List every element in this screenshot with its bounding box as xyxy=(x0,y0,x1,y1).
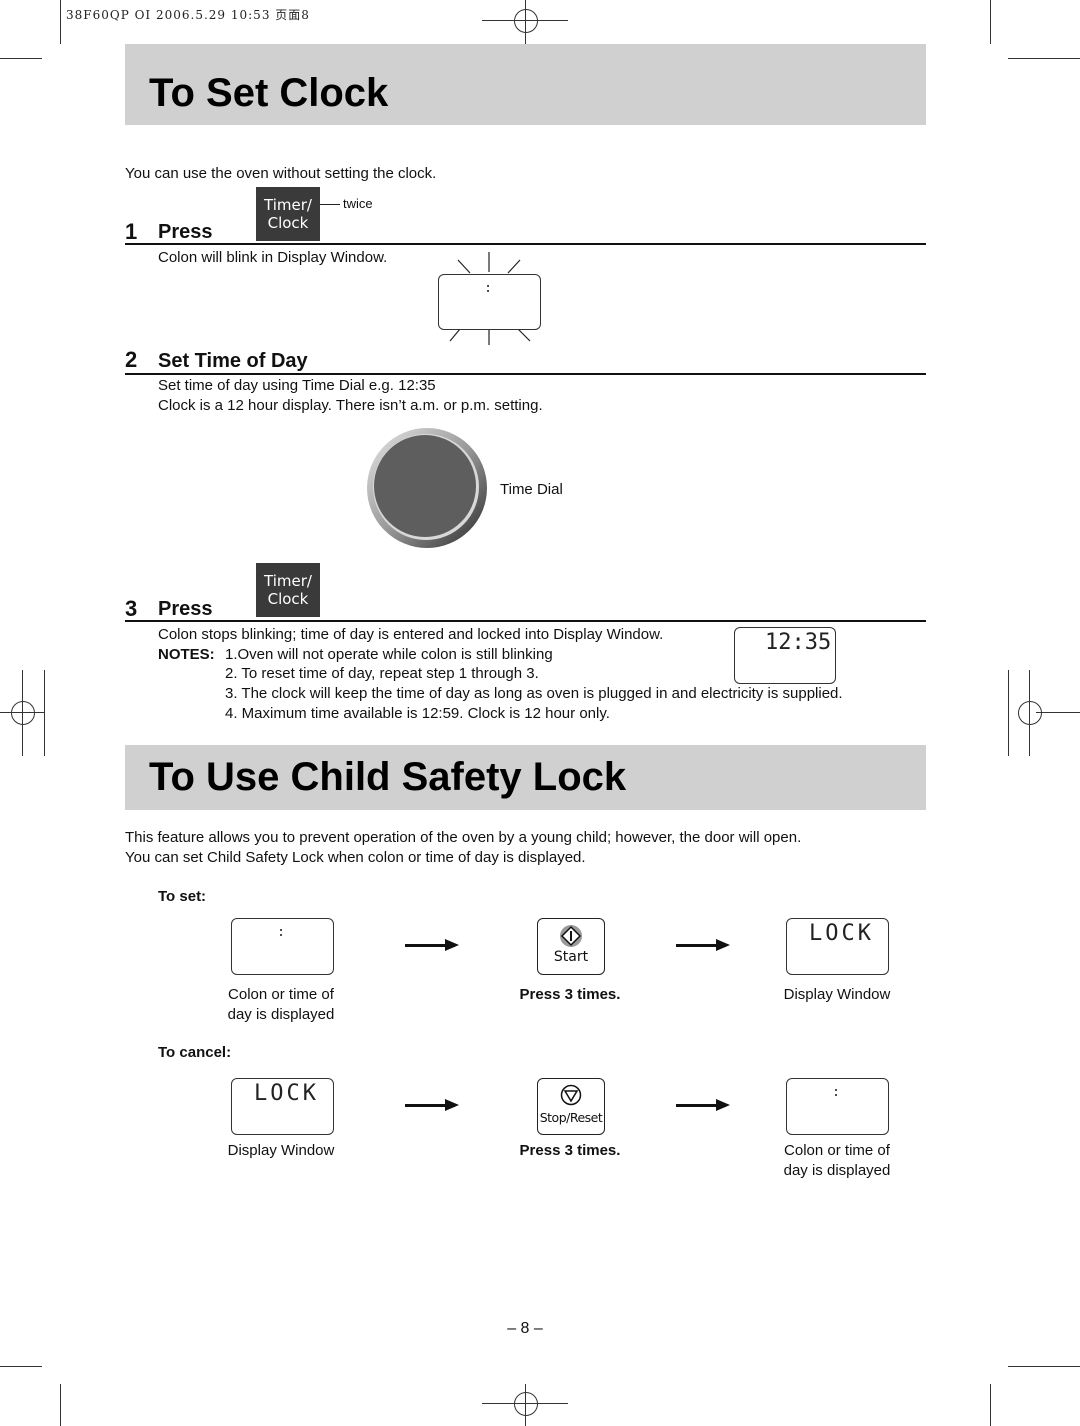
display-window-blinking: : xyxy=(438,274,541,330)
display-lock: LOCK xyxy=(809,921,874,946)
step-2-line-1: Set time of day using Time Dial e.g. 12:… xyxy=(158,377,436,394)
step-3-rule xyxy=(125,620,926,622)
start-label: Start xyxy=(553,949,589,965)
display-window-colon: : xyxy=(231,918,334,975)
lock-title-bar: To Use Child Safety Lock xyxy=(125,745,926,810)
timer-clock-key[interactable]: Timer/ Clock xyxy=(256,187,320,241)
time-dial-icon[interactable] xyxy=(366,427,490,551)
display-colon: : xyxy=(277,925,288,940)
note-item: 4. Maximum time available is 12:59. Cloc… xyxy=(225,705,610,722)
display-window-time: 12:35 xyxy=(734,627,836,684)
to-cancel-heading: To cancel: xyxy=(158,1044,232,1061)
display-colon: : xyxy=(832,1085,843,1100)
display-colon: : xyxy=(484,281,495,296)
registration-mark xyxy=(11,701,35,725)
timer-clock-key-line1: Timer/ xyxy=(264,196,312,214)
crop-mark xyxy=(990,0,991,44)
display-window-lock: LOCK xyxy=(231,1078,334,1135)
page-number: – 8 – xyxy=(507,1320,543,1337)
stop-reset-label: Stop/Reset xyxy=(539,1110,603,1125)
caption: Display Window xyxy=(227,1142,335,1159)
crop-mark xyxy=(1008,670,1009,756)
leader-line xyxy=(320,204,340,205)
crop-mark xyxy=(1008,1366,1080,1367)
timer-clock-key-line2: Clock xyxy=(267,590,309,608)
timer-clock-key-line2: Clock xyxy=(267,214,309,232)
note-item: 1.Oven will not operate while colon is s… xyxy=(225,646,553,663)
caption: Colon or time of xyxy=(228,986,334,1003)
caption: Display Window xyxy=(783,986,891,1003)
to-set-heading: To set: xyxy=(158,888,207,905)
arrow-right-icon xyxy=(405,939,459,951)
registration-mark xyxy=(514,1392,538,1416)
step-1-description: Colon will blink in Display Window. xyxy=(158,249,388,266)
timer-clock-key-line1: Timer/ xyxy=(264,572,312,590)
caption: Colon or time of xyxy=(784,1142,890,1159)
arrow-right-icon xyxy=(676,939,730,951)
step-2-number: 2 xyxy=(125,347,138,372)
lock-intro-line-2: You can set Child Safety Lock when colon… xyxy=(125,849,586,866)
display-time: 12:35 xyxy=(765,630,832,655)
timer-clock-key[interactable]: Timer/ Clock xyxy=(256,563,320,617)
crop-mark xyxy=(0,58,42,59)
clock-section-title: To Set Clock xyxy=(149,71,389,115)
caption: day is displayed xyxy=(227,1006,335,1023)
display-lock: LOCK xyxy=(254,1081,319,1106)
step-2-label: Set Time of Day xyxy=(158,350,308,372)
step-3-description: Colon stops blinking; time of day is ent… xyxy=(158,626,664,643)
note-item: 3. The clock will keep the time of day a… xyxy=(225,685,843,702)
step-2-line-2: Clock is a 12 hour display. There isn’t … xyxy=(158,397,543,414)
step-1-label: Press xyxy=(158,221,213,243)
registration-mark xyxy=(1036,712,1080,713)
registration-mark xyxy=(1018,701,1042,725)
step-1-number: 1 xyxy=(125,219,138,244)
clock-title-bar: To Set Clock xyxy=(125,44,926,125)
step-3-label: Press xyxy=(158,598,213,620)
registration-mark xyxy=(514,9,538,33)
display-window-colon: : xyxy=(786,1078,889,1135)
note-item: 2. To reset time of day, repeat step 1 t… xyxy=(225,665,539,682)
notes-label: NOTES: xyxy=(158,646,215,663)
step-1-rule xyxy=(125,243,926,245)
step-3-number: 3 xyxy=(125,596,138,621)
crop-mark xyxy=(60,1384,61,1426)
step-2-rule xyxy=(125,373,926,375)
crop-mark xyxy=(60,0,61,44)
crop-mark xyxy=(44,670,45,756)
print-header: 38F60QP OI 2006.5.29 10:53 页面8 xyxy=(66,8,310,22)
crop-mark xyxy=(990,1384,991,1426)
twice-note: twice xyxy=(343,196,373,211)
start-icon xyxy=(560,925,582,947)
stop-reset-button[interactable]: Stop/Reset xyxy=(537,1078,605,1135)
lock-intro-line-1: This feature allows you to prevent opera… xyxy=(125,829,802,846)
caption: day is displayed xyxy=(783,1162,891,1179)
lock-section-title: To Use Child Safety Lock xyxy=(149,755,627,799)
clock-intro: You can use the oven without setting the… xyxy=(125,165,437,182)
crop-mark xyxy=(0,1366,42,1367)
time-dial-label: Time Dial xyxy=(500,481,563,498)
arrow-right-icon xyxy=(676,1099,730,1111)
arrow-right-icon xyxy=(405,1099,459,1111)
press-3-times: Press 3 times. xyxy=(519,1142,621,1159)
crop-mark xyxy=(1008,58,1080,59)
display-window-lock: LOCK xyxy=(786,918,889,975)
press-3-times: Press 3 times. xyxy=(519,986,621,1003)
start-button[interactable]: Start xyxy=(537,918,605,975)
stop-icon xyxy=(560,1084,582,1106)
